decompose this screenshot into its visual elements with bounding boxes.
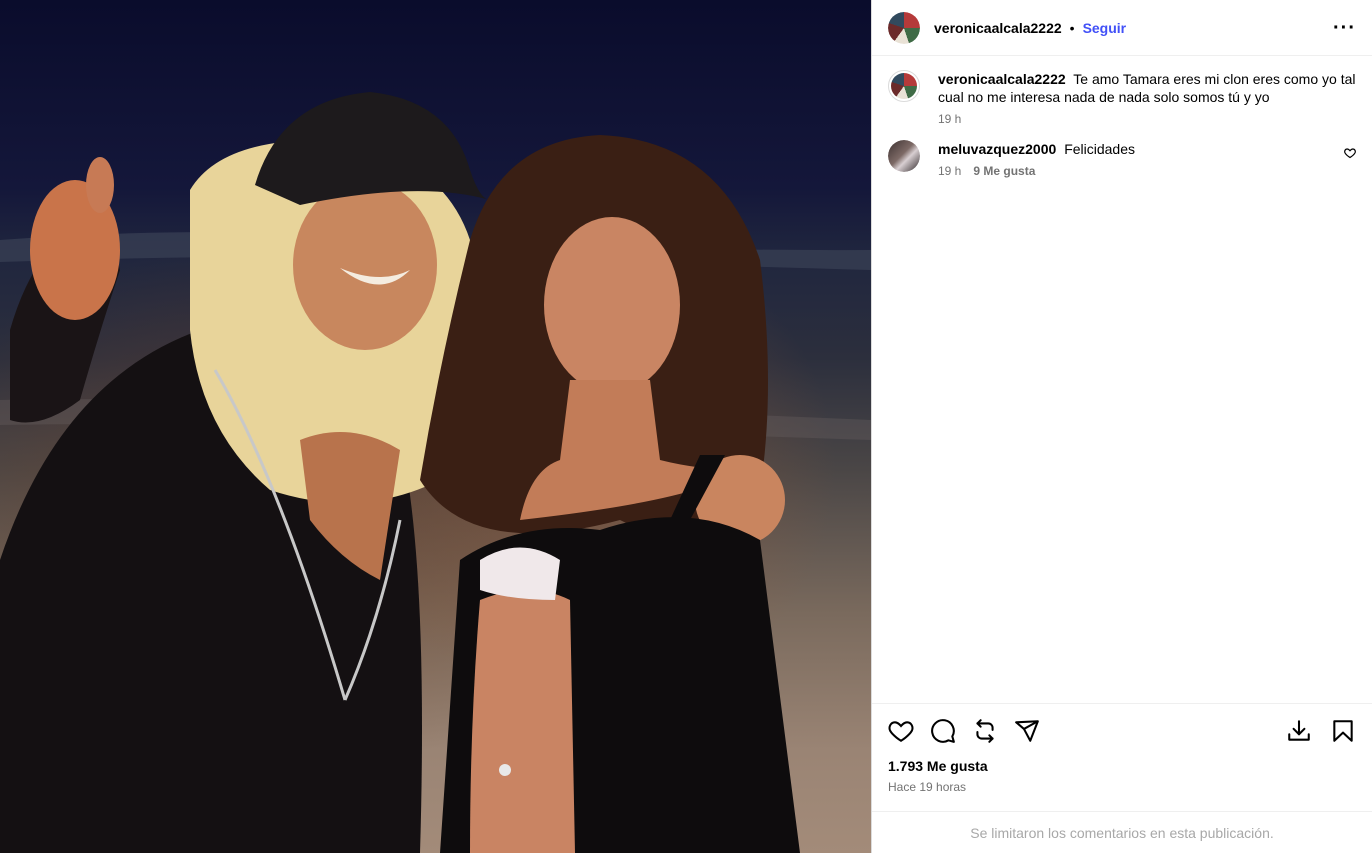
post-side-panel: veronicaalcala2222 • Seguir ··· veronica… — [871, 0, 1372, 853]
follow-button[interactable]: Seguir — [1083, 20, 1127, 36]
comment-meta: 19 h 9 Me gusta — [938, 164, 1334, 178]
comment-meta: 19 h — [938, 112, 1356, 126]
comment-text: veronicaalcala2222 Te amo Tamara eres mi… — [938, 70, 1356, 106]
post-timestamp[interactable]: Hace 19 horas — [888, 780, 1356, 794]
author-username[interactable]: veronicaalcala2222 — [934, 20, 1062, 36]
post-header: veronicaalcala2222 • Seguir ··· — [872, 0, 1372, 56]
list-item: meluvazquez2000 Felicidades 19 h 9 Me gu… — [888, 140, 1356, 178]
heart-icon[interactable] — [888, 718, 914, 744]
post-photo[interactable] — [0, 0, 871, 853]
comment-likes[interactable]: 9 Me gusta — [973, 164, 1035, 178]
avatar[interactable] — [888, 11, 920, 44]
repost-icon[interactable] — [972, 718, 998, 744]
comment-icon[interactable] — [930, 718, 956, 744]
more-options-icon[interactable]: ··· — [1333, 18, 1356, 38]
action-icons — [888, 716, 1356, 746]
photo-illustration — [0, 92, 871, 853]
caption-comment: veronicaalcala2222 Te amo Tamara eres mi… — [888, 70, 1356, 126]
comment-text: meluvazquez2000 Felicidades — [938, 140, 1334, 158]
comments-limited-notice: Se limitaron los comentarios en esta pub… — [872, 811, 1372, 853]
comment-like-heart-icon[interactable] — [1344, 146, 1356, 162]
comment-username[interactable]: veronicaalcala2222 — [938, 71, 1066, 87]
share-icon[interactable] — [1014, 718, 1040, 744]
likes-count[interactable]: 1.793 Me gusta — [888, 758, 1356, 774]
comment-username[interactable]: meluvazquez2000 — [938, 141, 1056, 157]
comment-content: Felicidades — [1064, 141, 1136, 157]
comment-time[interactable]: 19 h — [938, 164, 961, 178]
separator-dot: • — [1069, 19, 1075, 36]
post-viewer: veronicaalcala2222 • Seguir ··· veronica… — [0, 0, 1372, 853]
post-actions: 1.793 Me gusta Hace 19 horas — [872, 703, 1372, 811]
comment-time[interactable]: 19 h — [938, 112, 961, 126]
avatar[interactable] — [888, 140, 920, 172]
avatar[interactable] — [888, 70, 920, 102]
bookmark-icon[interactable] — [1330, 718, 1356, 744]
download-icon[interactable] — [1286, 718, 1312, 744]
comments-list: veronicaalcala2222 Te amo Tamara eres mi… — [872, 56, 1372, 703]
